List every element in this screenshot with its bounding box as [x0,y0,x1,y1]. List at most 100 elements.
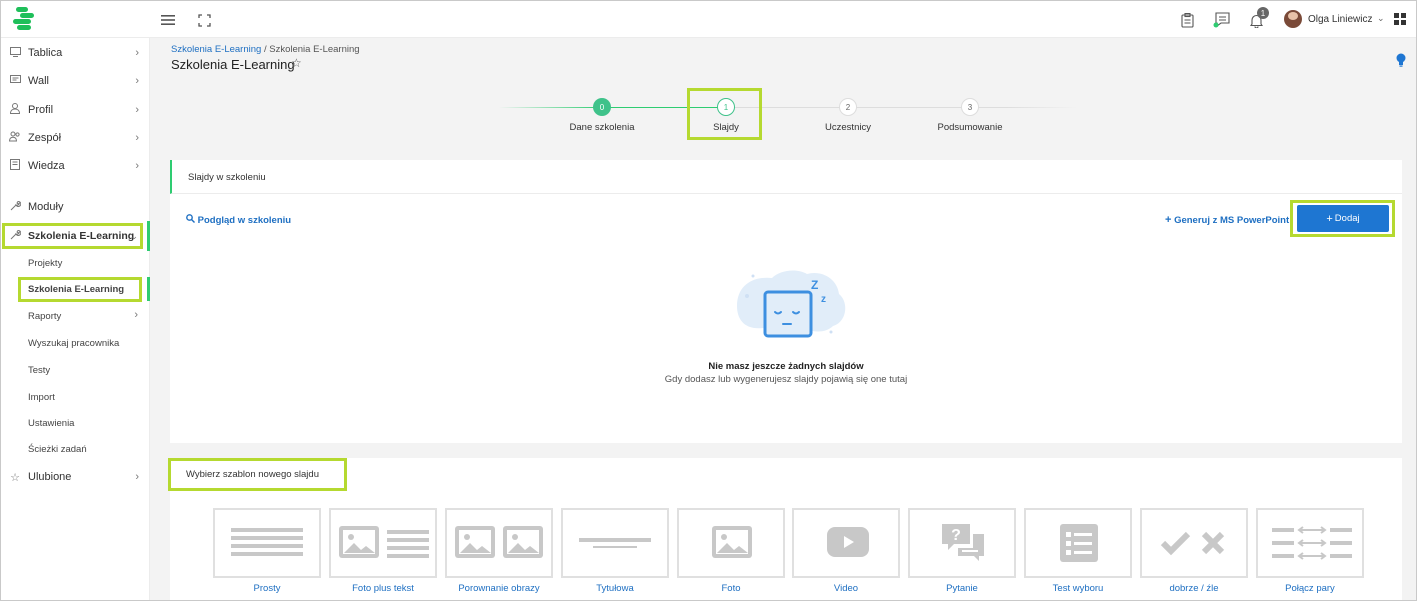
sidebar-subitem-wyszukaj-pracownika[interactable]: Wyszukaj pracownika [28,338,119,349]
generate-powerpoint-link[interactable]: + Generuj z MS PowerPoint [1165,214,1289,226]
notification-badge: 1 [1257,7,1269,19]
step-label[interactable]: Uczestnicy [825,122,871,133]
wrench-icon [9,200,21,214]
sidebar-item-zespol[interactable]: Zespół › [1,125,150,151]
page-title: Szkolenia E-Learning [171,57,295,72]
sidebar-subitem-sciezki-zadan[interactable]: Ścieżki zadań [28,444,87,455]
template-label[interactable]: Test wyboru [1024,583,1132,594]
sidebar-subitem-testy[interactable]: Testy [28,365,50,376]
breadcrumb-current: Szkolenia E-Learning [269,44,360,55]
sleep-z-small: z [821,294,826,305]
template-polacz-pary[interactable] [1256,508,1364,578]
step-connector [602,107,726,108]
sidebar-item-wiedza[interactable]: Wiedza › [1,153,150,179]
slides-card: Slajdy w szkoleniu Podgląd w szkoleniu +… [170,160,1402,443]
sidebar-item-label: Zespół [28,132,62,144]
app-logo[interactable] [13,7,35,31]
template-foto-plus-tekst[interactable] [329,508,437,578]
book-icon [9,159,21,173]
template-label[interactable]: Połącz pary [1256,583,1364,594]
template-dobrze-zle[interactable] [1140,508,1248,578]
generate-link-label: Generuj z MS PowerPoint [1174,215,1290,226]
breadcrumb-link[interactable]: Szkolenia E-Learning [171,44,261,55]
chevron-right-icon: › [135,132,139,144]
templates-card: Wybierz szablon nowego slajdu Prosty Fot… [170,458,1402,600]
template-label[interactable]: Porownanie obrazy [445,583,553,594]
sleep-z-big: Z [811,278,819,292]
sidebar-item-ulubione[interactable]: ☆ Ulubione › [1,464,150,490]
step-circle[interactable]: 1 [717,98,735,116]
add-slide-button[interactable]: + Dodaj [1297,205,1389,232]
lightbulb-icon[interactable] [1396,53,1406,67]
top-bar: 1 Olga Liniewicz ⌄ [1,1,1416,38]
step-label[interactable]: Podsumowanie [938,122,1003,133]
expand-icon[interactable] [195,11,213,29]
chevron-right-icon: › [134,309,138,321]
clipboard-icon[interactable] [1178,11,1196,29]
template-tytulowa[interactable] [561,508,669,578]
team-icon [8,131,21,145]
sidebar-subitem-import[interactable]: Import [28,392,55,403]
chevron-right-icon: › [135,75,139,87]
card-title: Slajdy w szkoleniu [188,172,266,183]
chevron-down-icon: ⌄ [130,230,138,241]
template-foto[interactable] [677,508,785,578]
chevron-right-icon: › [135,160,139,172]
template-label[interactable]: Foto [677,583,785,594]
step-circle[interactable]: 2 [839,98,857,116]
sidebar-subitem-raporty[interactable]: Raporty [28,311,61,322]
monitor-icon [9,46,21,60]
sidebar-item-label: Ulubione [28,471,72,483]
step-circle[interactable]: 3 [961,98,979,116]
avatar[interactable] [1284,10,1302,28]
chevron-right-icon: › [135,471,139,483]
sidebar-item-szkolenia-e-learning[interactable]: Szkolenia E-Learning ⌄ [1,223,150,249]
sidebar-item-wall[interactable]: Wall › [1,68,150,94]
step-circle[interactable]: 0 [593,98,611,116]
chevron-right-icon: › [135,104,139,116]
preview-link-label: Podgląd w szkoleniu [197,215,292,226]
empty-state-subtitle: Gdy dodasz lub wygenerujesz slajdy pojaw… [664,374,908,385]
add-button-label: Dodaj [1334,213,1360,224]
template-label[interactable]: dobrze / źle [1140,583,1248,594]
template-label[interactable]: Foto plus tekst [329,583,437,594]
empty-state-title: Nie masz jeszcze żadnych slajdów [708,361,864,372]
sidebar-item-label: Tablica [28,47,63,59]
template-label[interactable]: Prosty [213,583,321,594]
template-label[interactable]: Pytanie [908,583,1016,594]
plus-icon: + [1165,214,1172,226]
apps-grid-icon[interactable] [1394,13,1406,25]
hamburger-icon[interactable] [159,11,177,29]
favorite-star-icon[interactable]: ☆ [291,56,302,70]
preview-link[interactable]: Podgląd w szkoleniu [186,214,291,226]
messages-icon[interactable] [1213,11,1231,29]
wrench-icon [9,229,21,243]
sidebar-subitem-projekty[interactable]: Projekty [28,258,62,269]
chevron-right-icon: › [135,47,139,59]
step-label[interactable]: Dane szkolenia [570,122,635,133]
sidebar-item-tablica[interactable]: Tablica › [1,40,150,66]
chevron-down-icon[interactable]: ⌄ [1377,13,1385,24]
breadcrumb: Szkolenia E-Learning / Szkolenia E-Learn… [171,44,360,55]
wizard-stepper: 0 Dane szkolenia 1 Slajdy 2 Uczestnicy 3… [499,98,1077,138]
template-video[interactable] [792,508,900,578]
sidebar-item-profil[interactable]: Profil › [1,97,150,123]
step-label[interactable]: Slajdy [713,122,739,133]
template-porownanie-obrazy[interactable] [445,508,553,578]
step-connector [499,107,602,108]
template-test-wyboru[interactable] [1024,508,1132,578]
template-prosty[interactable] [213,508,321,578]
sidebar-item-moduly[interactable]: Moduły [1,194,150,220]
sidebar-subitem-szkolenia-e-learning[interactable]: Szkolenia E-Learning [28,284,124,295]
step-connector [726,107,1077,108]
user-name[interactable]: Olga Liniewicz [1308,14,1372,25]
sidebar-subitem-ustawienia[interactable]: Ustawienia [28,418,74,429]
search-icon [186,214,198,226]
template-label[interactable]: Tytułowa [561,583,669,594]
template-label[interactable]: Video [792,583,900,594]
template-pytanie[interactable]: ? [908,508,1016,578]
card-title: Wybierz szablon nowego slajdu [186,469,319,480]
sidebar-item-label: Profil [28,104,54,116]
svg-text:?: ? [951,527,961,544]
sidebar-item-label: Szkolenia E-Learning [28,230,135,242]
